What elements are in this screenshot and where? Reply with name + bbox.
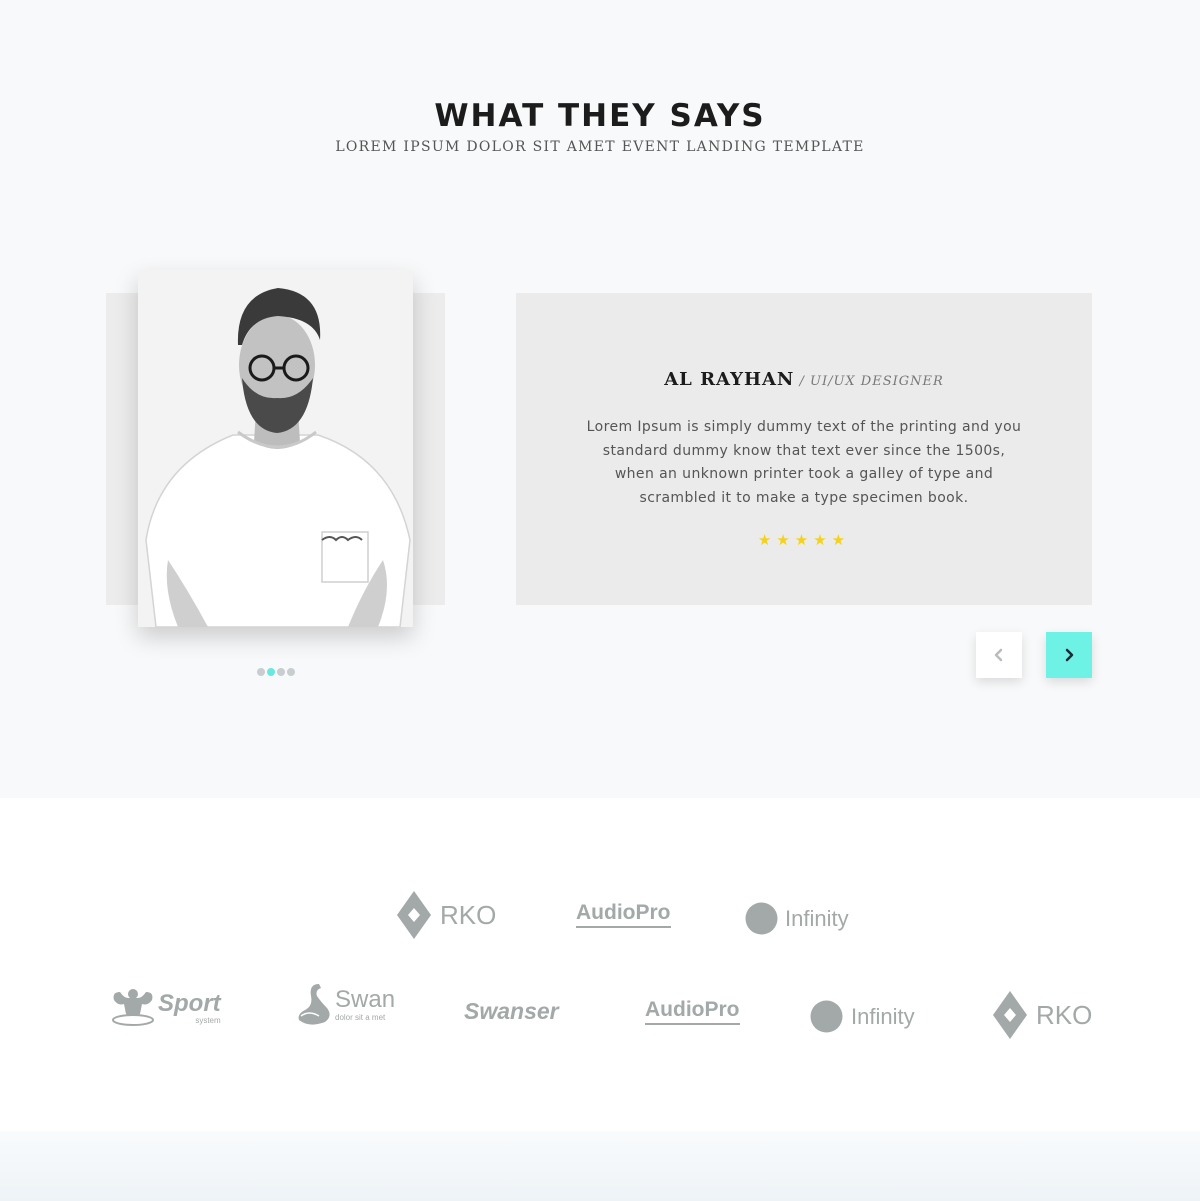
- slider-dot[interactable]: [277, 668, 285, 676]
- slider-dot[interactable]: [257, 668, 265, 676]
- logo-swanser: Swanser: [464, 998, 559, 1025]
- logo-name: RKO: [1036, 999, 1093, 1030]
- logo-name: Infinity: [851, 1003, 915, 1029]
- logo-name: Swanser: [464, 998, 559, 1024]
- testimonial-photo: [138, 270, 413, 627]
- swan-icon: [298, 984, 330, 1025]
- testimonial-section: WHAT THEY SAYS LOREM IPSUM DOLOR SIT AME…: [0, 0, 1200, 798]
- section-subtitle: LOREM IPSUM DOLOR SIT AMET EVENT LANDING…: [335, 139, 865, 155]
- author-role: / UI/UX DESIGNER: [799, 374, 944, 389]
- logo-name: AudioPro: [645, 998, 740, 1025]
- slider-dot-active[interactable]: [267, 668, 275, 676]
- person-portrait-image: [138, 270, 413, 627]
- circle-icon: [745, 902, 778, 935]
- circle-icon: [810, 1000, 843, 1033]
- logo-name: AudioPro: [576, 901, 671, 928]
- footer-background-image: [0, 1131, 1200, 1201]
- chevron-right-icon: [1065, 648, 1074, 662]
- logo-name: RKO: [440, 899, 497, 930]
- author-line: AL RAYHAN / UI/UX DESIGNER: [516, 369, 1092, 390]
- logo-tagline: dolor sit a met: [335, 1012, 386, 1022]
- slider-dots: [257, 668, 295, 676]
- diamond-icon: [993, 991, 1027, 1039]
- logo-swan: Swan dolor sit a met: [295, 980, 395, 1028]
- next-button[interactable]: [1046, 632, 1092, 678]
- logo-audiopro: AudioPro: [645, 998, 740, 1025]
- logo-name: Sport: [158, 989, 221, 1017]
- logo-sport: Sport system: [110, 988, 221, 1028]
- logo-audiopro: AudioPro: [576, 901, 671, 928]
- logo-tagline: system: [195, 1015, 221, 1025]
- slider-dot[interactable]: [287, 668, 295, 676]
- muscle-icon: [112, 989, 154, 1026]
- chevron-left-icon: [994, 648, 1003, 662]
- logo-rko: RKO: [992, 990, 1092, 1040]
- section-title: WHAT THEY SAYS: [434, 98, 766, 134]
- rating-stars: ★★★★★: [757, 531, 851, 549]
- logo-name: Swan: [335, 985, 396, 1013]
- logo-infinity: Infinity: [745, 902, 849, 935]
- logo-infinity: Infinity: [810, 1000, 915, 1033]
- client-logos-section: RKO AudioPro Infinity Sport system Swan …: [0, 798, 1200, 1131]
- testimonial-quote: Lorem Ipsum is simply dummy text of the …: [586, 419, 1022, 506]
- logo-name: Infinity: [785, 905, 849, 931]
- previous-button[interactable]: [976, 632, 1022, 678]
- testimonial-quote-panel: AL RAYHAN / UI/UX DESIGNER Lorem Ipsum i…: [516, 293, 1092, 605]
- author-name: AL RAYHAN: [664, 369, 795, 390]
- diamond-icon: [397, 891, 431, 939]
- logo-rko: RKO: [396, 890, 496, 940]
